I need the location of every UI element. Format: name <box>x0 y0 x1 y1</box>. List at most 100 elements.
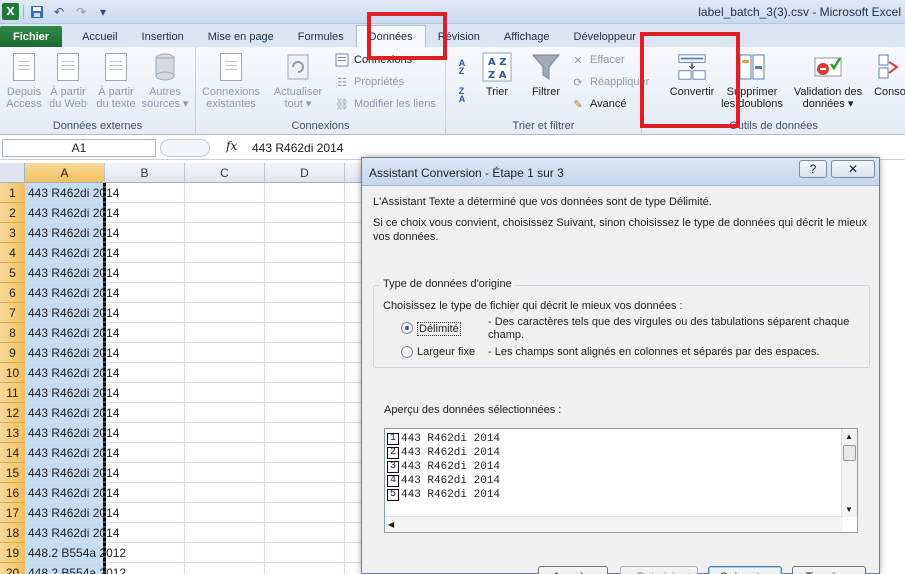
row-header[interactable]: 20 <box>0 563 25 574</box>
cell-empty[interactable] <box>105 403 185 423</box>
cell-empty[interactable] <box>265 503 345 523</box>
cell-empty[interactable] <box>105 463 185 483</box>
reapply-button[interactable]: ⟳ Réappliquer <box>570 72 649 92</box>
tab-affichage[interactable]: Affichage <box>492 26 562 47</box>
select-all-corner[interactable] <box>0 163 25 183</box>
cell-empty[interactable] <box>265 203 345 223</box>
cell-empty[interactable] <box>105 263 185 283</box>
cell-empty[interactable] <box>265 423 345 443</box>
cell-empty[interactable] <box>265 283 345 303</box>
cell-empty[interactable] <box>105 423 185 443</box>
delimited-radio[interactable] <box>401 322 413 334</box>
cell-empty[interactable] <box>105 283 185 303</box>
cell-empty[interactable] <box>105 443 185 463</box>
column-header-b[interactable]: B <box>105 163 185 183</box>
scroll-up-icon[interactable]: ▲ <box>845 432 853 441</box>
finish-button[interactable]: Terminer <box>792 566 866 574</box>
refresh-all-button[interactable]: Actualiser tout ▾ <box>270 51 326 110</box>
cell-empty[interactable] <box>185 323 265 343</box>
cell-empty[interactable] <box>265 443 345 463</box>
row-header[interactable]: 15 <box>0 463 25 483</box>
close-icon[interactable]: ✕ <box>831 160 875 178</box>
cell-empty[interactable] <box>265 263 345 283</box>
filter-button[interactable]: Filtrer <box>526 51 566 98</box>
cell-empty[interactable] <box>105 523 185 543</box>
cell-a[interactable]: 443 R462di 2014 <box>25 423 119 443</box>
row-header[interactable]: 14 <box>0 443 25 463</box>
cell-empty[interactable] <box>265 183 345 203</box>
cell-a[interactable]: 443 R462di 2014 <box>25 523 119 543</box>
cell-empty[interactable] <box>265 363 345 383</box>
excel-logo-icon[interactable]: X <box>2 3 19 20</box>
scroll-left-icon[interactable]: ◀ <box>388 520 394 529</box>
cell-a[interactable]: 443 R462di 2014 <box>25 223 119 243</box>
insert-function-icon[interactable]: fx <box>226 139 237 153</box>
cell-empty[interactable] <box>105 363 185 383</box>
cell-empty[interactable] <box>185 483 265 503</box>
cell-empty[interactable] <box>265 483 345 503</box>
redo-icon[interactable]: ↷ <box>72 3 90 20</box>
delimited-label[interactable]: Délimité <box>417 322 461 336</box>
row-header[interactable]: 16 <box>0 483 25 503</box>
row-header[interactable]: 8 <box>0 323 25 343</box>
from-text-button[interactable]: À partir du texte <box>93 51 139 110</box>
cell-empty[interactable] <box>185 283 265 303</box>
cell-a[interactable]: 443 R462di 2014 <box>25 343 119 363</box>
cell-empty[interactable] <box>185 223 265 243</box>
cell-empty[interactable] <box>105 303 185 323</box>
name-box[interactable]: A1 <box>2 139 156 157</box>
preview-vertical-scrollbar[interactable]: ▲ ▼ <box>841 429 857 517</box>
tab-developpeur[interactable]: Développeur <box>562 26 648 47</box>
fixed-width-label[interactable]: Largeur fixe <box>417 346 475 358</box>
scroll-down-icon[interactable]: ▼ <box>845 505 853 514</box>
cell-empty[interactable] <box>185 443 265 463</box>
sort-button[interactable]: A ZZ A Trier <box>478 51 516 98</box>
fixed-width-radio[interactable] <box>401 346 413 358</box>
cell-empty[interactable] <box>185 203 265 223</box>
cell-empty[interactable] <box>105 223 185 243</box>
cell-a[interactable]: 443 R462di 2014 <box>25 303 119 323</box>
sort-za-button[interactable]: ZA <box>454 85 470 105</box>
sort-az-button[interactable]: AZ <box>454 57 470 77</box>
preview-horizontal-scrollbar[interactable]: ◀ <box>385 516 843 532</box>
tab-accueil[interactable]: Accueil <box>70 26 129 47</box>
save-icon[interactable] <box>28 3 46 20</box>
formula-bar-toggle[interactable] <box>160 139 210 157</box>
cell-empty[interactable] <box>185 463 265 483</box>
row-header[interactable]: 5 <box>0 263 25 283</box>
properties-button[interactable]: ☷ Propriétés <box>334 72 404 92</box>
tab-fichier[interactable]: Fichier <box>0 26 63 47</box>
row-header[interactable]: 2 <box>0 203 25 223</box>
cell-empty[interactable] <box>105 543 185 563</box>
row-header[interactable]: 18 <box>0 523 25 543</box>
cell-empty[interactable] <box>185 363 265 383</box>
row-header[interactable]: 11 <box>0 383 25 403</box>
cell-empty[interactable] <box>185 303 265 323</box>
data-validation-button[interactable]: Validation des données ▾ <box>790 51 866 110</box>
cell-a[interactable]: 443 R462di 2014 <box>25 263 119 283</box>
cell-a[interactable]: 443 R462di 2014 <box>25 383 119 403</box>
cell-a[interactable]: 443 R462di 2014 <box>25 323 119 343</box>
row-header[interactable]: 10 <box>0 363 25 383</box>
undo-icon[interactable]: ↶ <box>50 3 68 20</box>
cell-empty[interactable] <box>265 523 345 543</box>
cell-a[interactable]: 448.2 B554a 2012 <box>25 563 126 574</box>
cell-a[interactable]: 443 R462di 2014 <box>25 283 119 303</box>
clear-filter-button[interactable]: ✕ Effacer <box>570 50 624 70</box>
cell-empty[interactable] <box>105 183 185 203</box>
row-header[interactable]: 19 <box>0 543 25 563</box>
cell-a[interactable]: 443 R462di 2014 <box>25 443 119 463</box>
row-header[interactable]: 13 <box>0 423 25 443</box>
row-header[interactable]: 4 <box>0 243 25 263</box>
cell-empty[interactable] <box>265 543 345 563</box>
other-sources-button[interactable]: Autres sources ▾ <box>140 51 190 110</box>
row-header[interactable]: 1 <box>0 183 25 203</box>
cell-empty[interactable] <box>265 303 345 323</box>
cell-empty[interactable] <box>185 383 265 403</box>
advanced-filter-button[interactable]: ✎ Avancé <box>570 94 626 114</box>
previous-button[interactable]: < Précédent <box>620 566 698 574</box>
cancel-button[interactable]: Annuler <box>538 566 608 574</box>
cell-empty[interactable] <box>185 423 265 443</box>
cell-empty[interactable] <box>265 463 345 483</box>
cell-empty[interactable] <box>265 343 345 363</box>
